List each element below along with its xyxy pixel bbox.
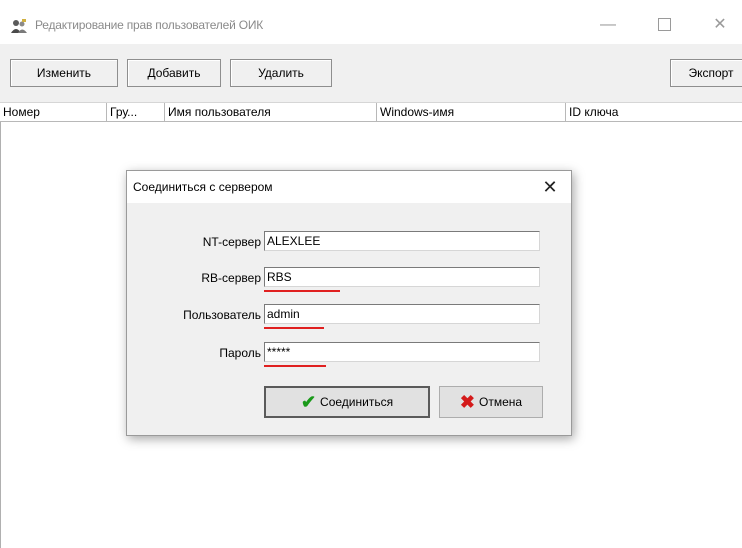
column-header-number[interactable]: Номер (0, 103, 107, 121)
connect-dialog: Соединиться с сервером ✕ NT-сервер RB-се… (126, 170, 572, 436)
table-left-border (0, 122, 1, 548)
column-header-key-id[interactable]: ID ключа (566, 103, 742, 121)
column-header-username[interactable]: Имя пользователя (165, 103, 377, 121)
maximize-button[interactable] (646, 10, 682, 40)
rb-server-label: RB-сервер (201, 271, 261, 285)
app-users-icon (10, 18, 28, 36)
user-input[interactable] (264, 304, 540, 324)
connect-button-label: Соединиться (320, 395, 394, 409)
export-button[interactable]: Экспорт (670, 59, 742, 87)
password-highlight (264, 365, 326, 367)
dialog-close-icon[interactable]: ✕ (537, 175, 563, 199)
add-button[interactable]: Добавить (127, 59, 221, 87)
delete-button[interactable]: Удалить (230, 59, 332, 87)
window-title: Редактирование прав пользователей ОИК (35, 18, 264, 32)
checkmark-icon: ✔ (300, 392, 317, 412)
column-header-windows-name[interactable]: Windows-имя (377, 103, 566, 121)
edit-button[interactable]: Изменить (10, 59, 118, 87)
column-header-group[interactable]: Гру... (107, 103, 165, 121)
title-bar: Редактирование прав пользователей ОИК — … (0, 0, 742, 44)
minimize-button[interactable]: — (590, 10, 626, 40)
cancel-x-icon: ✖ (459, 392, 476, 412)
user-label: Пользователь (183, 308, 261, 322)
main-window: Редактирование прав пользователей ОИК — … (0, 0, 742, 548)
table-header: Номер Гру... Имя пользователя Windows-им… (0, 103, 742, 122)
cancel-button[interactable]: ✖ Отмена (439, 386, 543, 418)
minimize-icon: — (600, 16, 616, 33)
password-input[interactable] (264, 342, 540, 362)
maximize-icon (657, 18, 671, 32)
connect-button[interactable]: ✔ Соединиться (264, 386, 430, 418)
rb-server-input[interactable] (264, 267, 540, 287)
rb-server-highlight (264, 290, 340, 292)
toolbar: Изменить Добавить Удалить Экспорт (0, 44, 742, 103)
close-button[interactable]: ✕ (702, 10, 738, 40)
user-highlight (264, 327, 324, 329)
close-icon: ✕ (713, 16, 727, 33)
password-label: Пароль (219, 346, 261, 360)
cancel-button-label: Отмена (479, 395, 523, 409)
dialog-title-bar: Соединиться с сервером ✕ (127, 171, 571, 203)
dialog-title: Соединиться с сервером (133, 180, 273, 194)
nt-server-input[interactable] (264, 231, 540, 251)
nt-server-label: NT-сервер (202, 235, 261, 249)
